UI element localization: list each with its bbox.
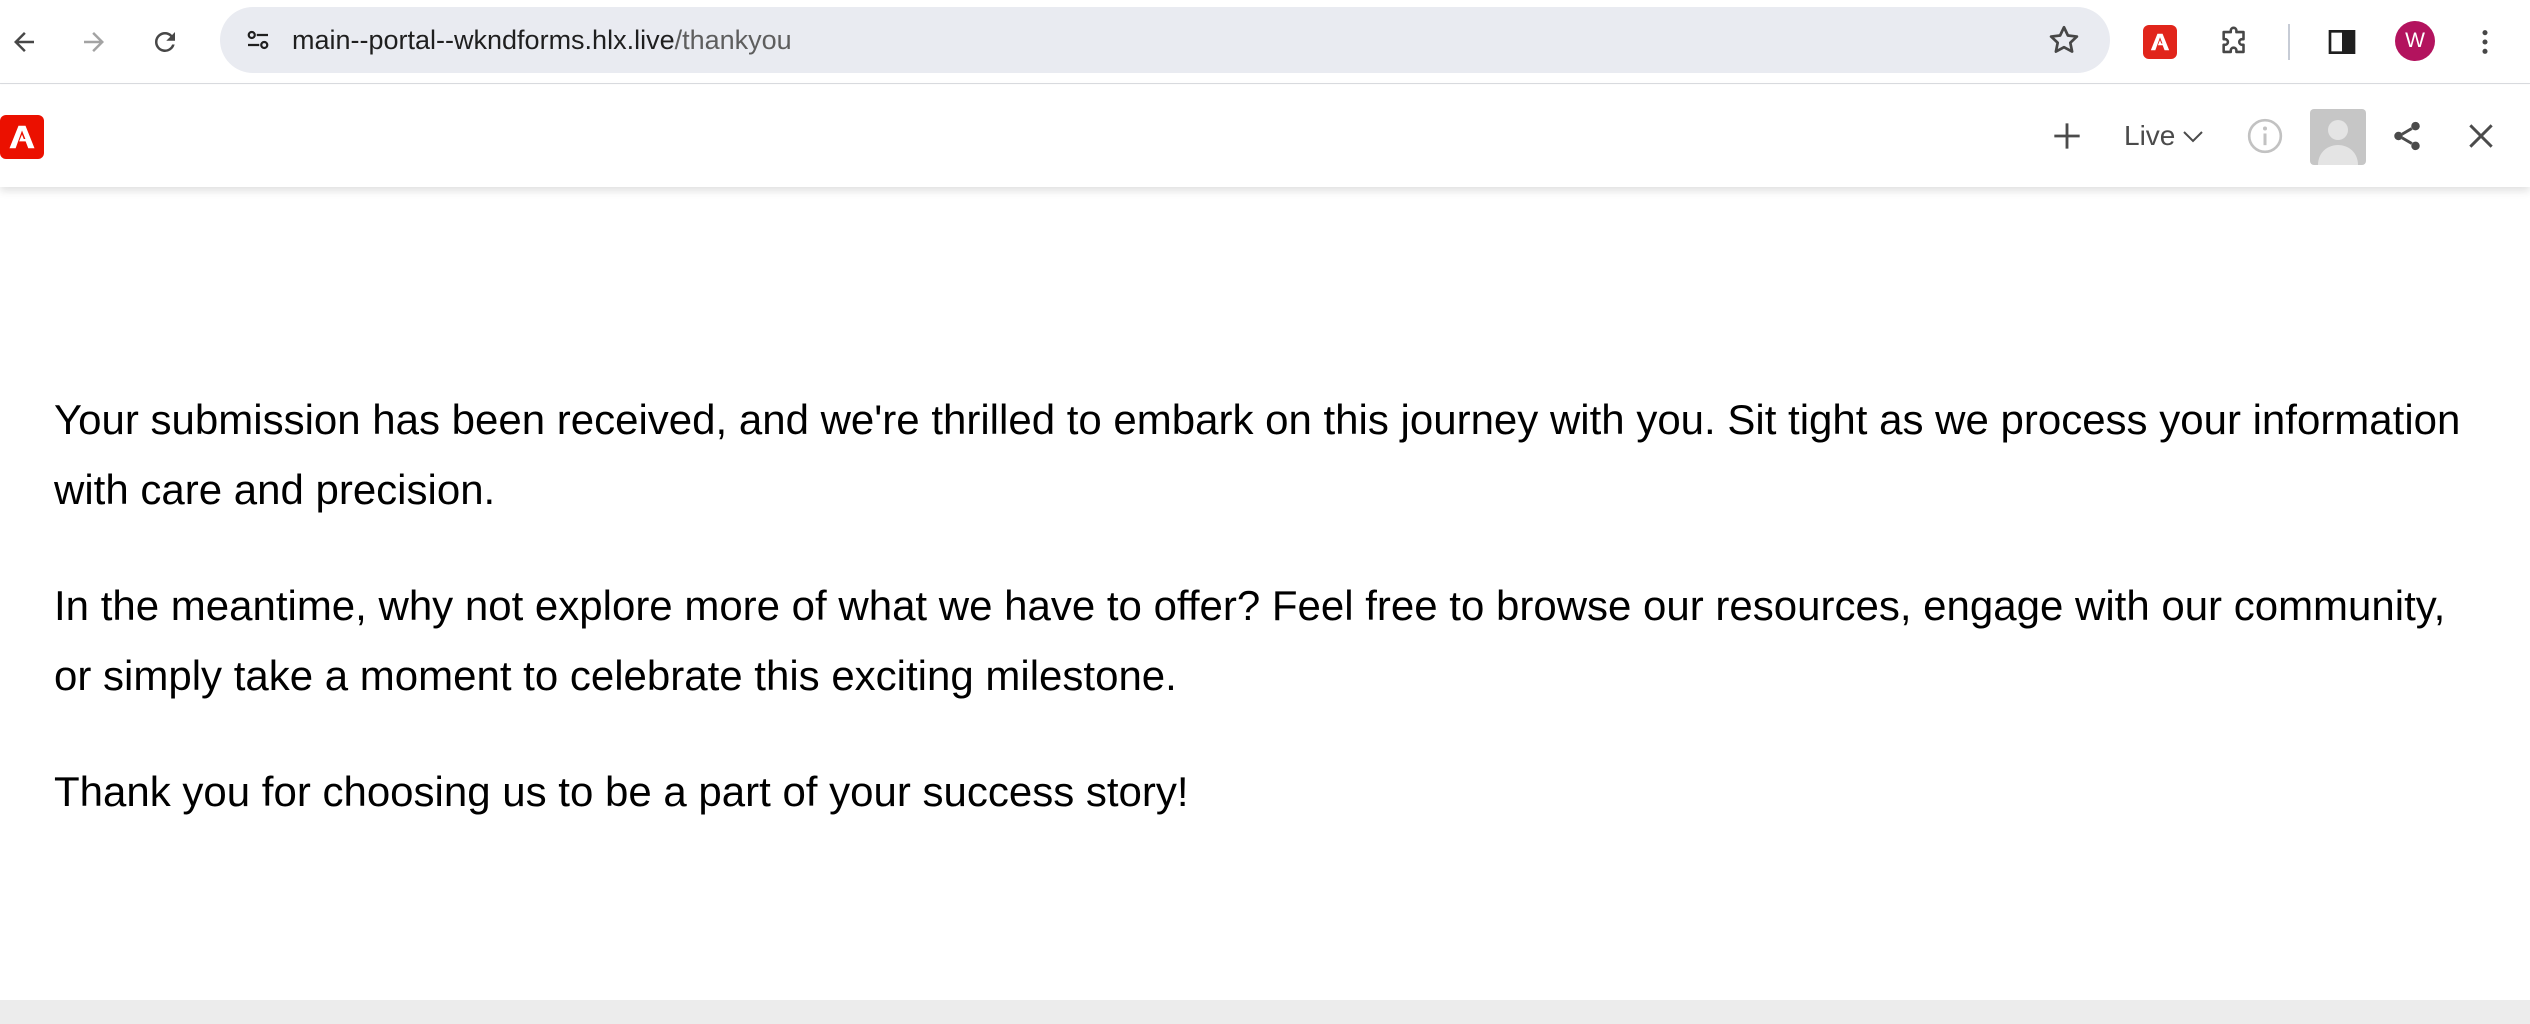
share-icon — [2394, 121, 2420, 151]
side-panel-button[interactable] — [2320, 20, 2364, 64]
info-icon — [2247, 118, 2283, 154]
menu-icon — [2482, 30, 2488, 54]
bookmark-star-icon[interactable] — [2046, 22, 2082, 58]
add-button[interactable] — [2040, 111, 2094, 161]
profile-avatar[interactable]: W — [2395, 21, 2435, 61]
user-avatar[interactable] — [2310, 109, 2366, 165]
forward-icon — [84, 32, 104, 52]
chevron-down-icon — [2183, 131, 2204, 143]
extensions-button[interactable] — [2213, 20, 2257, 64]
back-icon — [14, 32, 34, 52]
page-bottom-strip — [0, 1000, 2530, 1024]
side-panel-icon — [2328, 30, 2356, 54]
submission-received-paragraph: Your submission has been received, and w… — [54, 396, 2461, 513]
environment-label: Live — [2124, 120, 2176, 151]
adobe-logo-button[interactable] — [0, 115, 44, 159]
reload-button[interactable] — [141, 18, 189, 66]
url-path: /thankyou — [674, 25, 792, 55]
address-bar[interactable]: main--portal--wkndforms.hlx.live/thankyo… — [220, 7, 2110, 73]
adobe-logo-icon — [9, 125, 35, 149]
profile-initial: W — [2405, 29, 2425, 52]
url-text[interactable]: main--portal--wkndforms.hlx.live/thankyo… — [292, 7, 792, 73]
close-icon — [2469, 124, 2493, 148]
adobe-extension-button[interactable] — [2138, 20, 2182, 64]
back-button[interactable] — [0, 18, 48, 66]
site-info-icon — [247, 30, 269, 50]
add-icon — [2054, 123, 2080, 149]
share-button[interactable] — [2382, 111, 2432, 161]
environment-switcher[interactable]: Live — [2124, 111, 2220, 161]
thank-you-paragraph: Thank you for choosing us to be a part o… — [54, 768, 1189, 815]
forward-button[interactable] — [70, 18, 118, 66]
browser-menu-button[interactable] — [2463, 20, 2507, 64]
reload-icon — [154, 31, 175, 52]
user-avatar-icon — [2318, 120, 2358, 165]
thank-you-content: Your submission has been received, and w… — [54, 385, 2474, 873]
info-button[interactable] — [2240, 111, 2290, 161]
toolbar-divider — [2288, 24, 2290, 60]
explore-more-paragraph: In the meantime, why not explore more of… — [54, 582, 2446, 699]
sidekick-toolbar: Live — [0, 85, 2530, 187]
close-button[interactable] — [2456, 111, 2506, 161]
url-domain: main--portal--wkndforms.hlx.live — [292, 25, 675, 55]
extensions-icon — [2222, 26, 2245, 54]
browser-toolbar: main--portal--wkndforms.hlx.live/thankyo… — [0, 0, 2530, 84]
site-info-button[interactable] — [234, 16, 282, 64]
adobe-extension-icon — [2143, 25, 2177, 59]
